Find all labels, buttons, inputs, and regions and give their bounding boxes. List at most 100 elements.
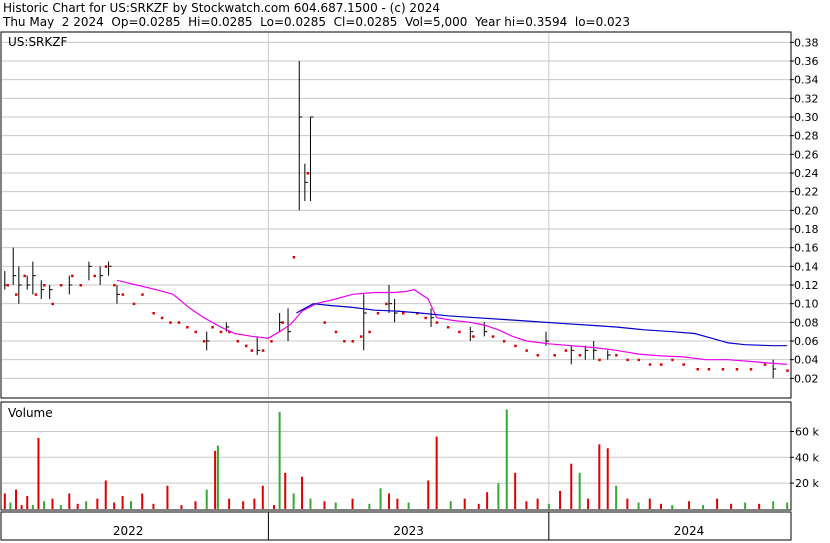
- volume-bar: [15, 489, 18, 509]
- volume-bar: [463, 498, 466, 509]
- close-point: [79, 284, 83, 287]
- volume-bar: [758, 503, 761, 509]
- volume-bar: [292, 493, 295, 509]
- close-point: [43, 284, 46, 287]
- volume-bar: [547, 503, 550, 509]
- close-point: [435, 321, 439, 324]
- volume-bar: [716, 498, 719, 509]
- volume-bar: [688, 501, 691, 509]
- close-point: [615, 354, 618, 357]
- close-point: [359, 335, 363, 338]
- close-point: [219, 330, 223, 334]
- close-point: [34, 293, 38, 296]
- volume-bar: [104, 480, 107, 509]
- price-tick-label: 0.04: [794, 354, 819, 367]
- price-panel-title: US:SRKZF: [8, 35, 67, 49]
- close-point: [59, 284, 63, 287]
- close-point: [786, 369, 789, 372]
- close-point: [424, 316, 427, 320]
- volume-bar: [228, 498, 231, 509]
- volume-bar: [786, 502, 789, 509]
- volume-bar: [536, 498, 539, 509]
- close-point: [446, 326, 450, 329]
- close-point: [660, 363, 663, 366]
- close-point: [141, 293, 144, 296]
- volume-bar: [387, 493, 390, 509]
- volume-bar: [96, 498, 99, 509]
- volume-bar: [435, 436, 438, 509]
- price-tick-label: 0.18: [794, 223, 819, 236]
- close-point: [270, 340, 273, 343]
- close-point: [323, 321, 326, 324]
- volume-bar: [772, 501, 775, 509]
- price-tick-label: 0.26: [794, 148, 819, 161]
- volume-bar: [637, 502, 640, 509]
- close-point: [578, 354, 582, 357]
- price-tick-label: 0.02: [794, 372, 819, 385]
- volume-bar: [505, 409, 508, 509]
- volume-bar: [477, 503, 480, 509]
- close-point: [23, 274, 26, 278]
- close-point: [458, 330, 461, 334]
- volume-panel: [0, 401, 792, 511]
- close-point: [525, 349, 528, 352]
- close-point: [763, 363, 767, 366]
- close-point: [250, 349, 254, 352]
- volume-bar: [578, 472, 581, 509]
- volume-bar: [194, 501, 197, 509]
- volume-bar: [730, 503, 733, 509]
- close-point: [152, 312, 155, 315]
- volume-bar: [379, 488, 382, 509]
- close-point: [402, 312, 405, 315]
- volume-bar: [396, 498, 399, 509]
- stock-chart: Historic Chart for US:SRKZF by Stockwatc…: [0, 0, 830, 543]
- volume-bar: [587, 498, 590, 509]
- volume-bar: [559, 490, 562, 509]
- close-point: [261, 349, 265, 352]
- volume-bar: [301, 476, 304, 509]
- volume-bar: [180, 505, 183, 509]
- close-point: [553, 354, 556, 357]
- price-tick-label: 0.32: [794, 92, 819, 105]
- volume-bar: [242, 501, 245, 509]
- close-point: [472, 335, 475, 338]
- volume-bar: [253, 498, 256, 509]
- volume-bar: [129, 501, 132, 509]
- volume-tick-label: 40 k: [795, 451, 819, 464]
- volume-bar: [9, 502, 12, 509]
- close-point: [707, 368, 711, 371]
- volume-bar: [744, 502, 747, 509]
- close-point: [236, 340, 240, 343]
- close-point: [626, 358, 629, 362]
- date-label: 2022: [113, 524, 144, 538]
- price-tick-label: 0.06: [794, 335, 819, 348]
- close-point: [121, 293, 125, 296]
- price-tick-label: 0.16: [794, 242, 819, 255]
- close-point: [202, 340, 206, 343]
- close-point: [194, 330, 197, 334]
- close-point: [113, 284, 116, 287]
- volume-bar: [76, 503, 79, 509]
- close-point: [160, 316, 164, 320]
- close-point: [682, 363, 685, 366]
- volume-bar: [85, 501, 88, 509]
- close-point: [169, 321, 172, 324]
- volume-panel-title: Volume: [8, 406, 53, 420]
- close-point: [177, 321, 181, 324]
- volume-bar: [323, 501, 326, 509]
- price-tick-label: 0.34: [794, 74, 819, 87]
- volume-bar: [43, 501, 46, 509]
- price-tick-label: 0.10: [794, 298, 819, 311]
- date-label: 2023: [393, 524, 424, 538]
- price-tick-label: 0.24: [794, 167, 819, 180]
- volume-bar: [214, 450, 217, 509]
- volume-bar: [351, 498, 354, 509]
- volume-bar: [449, 501, 452, 509]
- close-point: [244, 344, 248, 348]
- volume-bar: [570, 463, 573, 509]
- volume-bar: [216, 445, 219, 509]
- volume-bar: [152, 503, 155, 509]
- volume-bar: [3, 493, 6, 509]
- close-point: [281, 321, 284, 324]
- volume-bar: [309, 498, 312, 509]
